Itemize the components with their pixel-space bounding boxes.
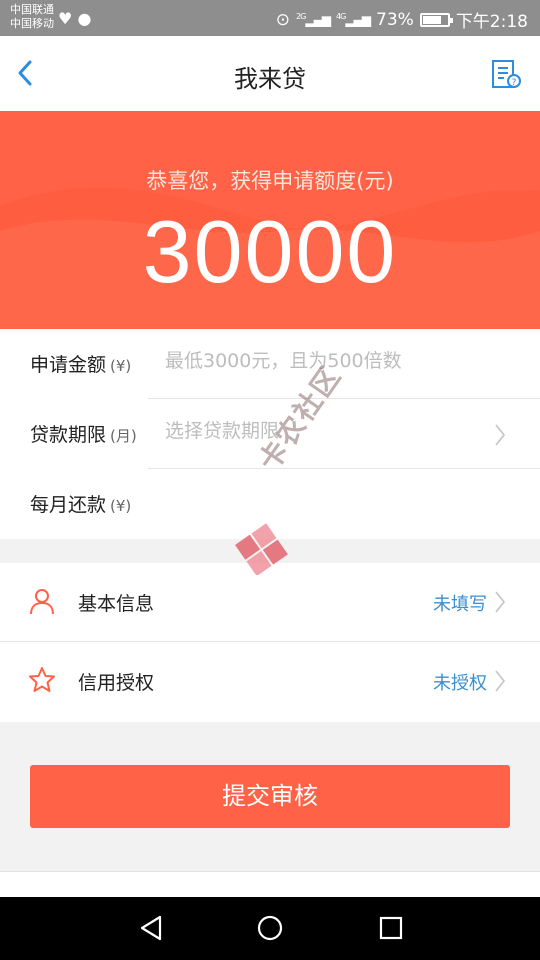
credit-limit-amount: 30000 <box>142 202 398 301</box>
monthly-repayment-unit: (¥) <box>110 497 132 515</box>
bottom-panel <box>0 871 540 897</box>
page-title: 我来贷 <box>234 65 306 93</box>
message-bubble-icon: ● <box>77 9 92 28</box>
help-document-icon[interactable]: ? <box>490 58 522 90</box>
clock: 下午2:18 <box>455 12 528 32</box>
signal-4g-icon: 4G▂▄▆ <box>336 12 371 27</box>
person-icon <box>30 589 54 615</box>
monthly-repayment-label-text: 每月还款 <box>30 494 107 516</box>
apply-amount-label-text: 申请金额 <box>30 354 107 376</box>
status-bar: 中国联通 中国移动 ♥ ● ⊙ 2G▂▄▆ 4G▂▄▆ 73% 下午2:18 <box>0 0 540 36</box>
network-4g-label: 4G <box>336 12 346 21</box>
basic-info-status: 未填写 <box>433 594 487 615</box>
network-2g-label: 2G <box>296 12 306 21</box>
credit-authorization-status: 未授权 <box>433 673 487 694</box>
basic-info-row[interactable]: 基本信息 未填写 <box>0 563 540 642</box>
monthly-repayment-row: 每月还款 (¥) <box>0 469 540 539</box>
nav-bar: 我来贷 ? <box>0 36 540 111</box>
chevron-right-icon <box>495 424 506 446</box>
health-heart-icon: ♥ <box>58 9 73 28</box>
chevron-right-icon <box>495 670 506 692</box>
carrier-1: 中国联通 <box>10 3 54 16</box>
chevron-right-icon <box>495 591 506 613</box>
loan-term-label: 贷款期限 (月) <box>30 420 137 447</box>
back-triangle-icon[interactable] <box>138 914 164 942</box>
system-navigation-bar <box>0 897 540 960</box>
battery-icon <box>419 12 453 27</box>
status-indicators: ⊙ 2G▂▄▆ 4G▂▄▆ 73% 下午2:18 <box>275 7 528 33</box>
apply-amount-row: 申请金额 (¥) <box>0 329 540 399</box>
location-icon: ⊙ <box>275 9 291 30</box>
basic-info-label: 基本信息 <box>78 593 155 615</box>
apply-amount-label: 申请金额 (¥) <box>30 350 131 377</box>
recents-square-icon[interactable] <box>378 914 404 942</box>
credit-authorization-label: 信用授权 <box>78 672 155 694</box>
home-circle-icon[interactable] <box>256 914 284 942</box>
loan-term-select[interactable] <box>165 420 495 442</box>
credit-authorization-row[interactable]: 信用授权 未授权 <box>0 642 540 721</box>
monthly-repayment-label: 每月还款 (¥) <box>30 490 131 517</box>
carrier-2: 中国移动 <box>10 17 54 30</box>
carrier-names: 中国联通 中国移动 <box>10 3 54 31</box>
submit-review-button[interactable]: 提交审核 <box>30 765 510 828</box>
credit-limit-banner: 恭喜您，获得申请额度(元) 30000 <box>0 111 540 329</box>
star-icon <box>29 667 55 692</box>
loan-term-unit: (月) <box>110 427 137 445</box>
apply-amount-unit: (¥) <box>110 357 132 375</box>
battery-percent: 73% <box>376 9 414 30</box>
credit-limit-caption: 恭喜您，获得申请额度(元) <box>146 169 394 193</box>
verification-list: 基本信息 未填写 信用授权 未授权 <box>0 563 540 722</box>
signal-2g-icon: 2G▂▄▆ <box>296 12 331 27</box>
notification-icons: ♥ ● <box>58 9 91 28</box>
svg-text:?: ? <box>512 78 517 88</box>
loan-term-label-text: 贷款期限 <box>30 424 107 446</box>
